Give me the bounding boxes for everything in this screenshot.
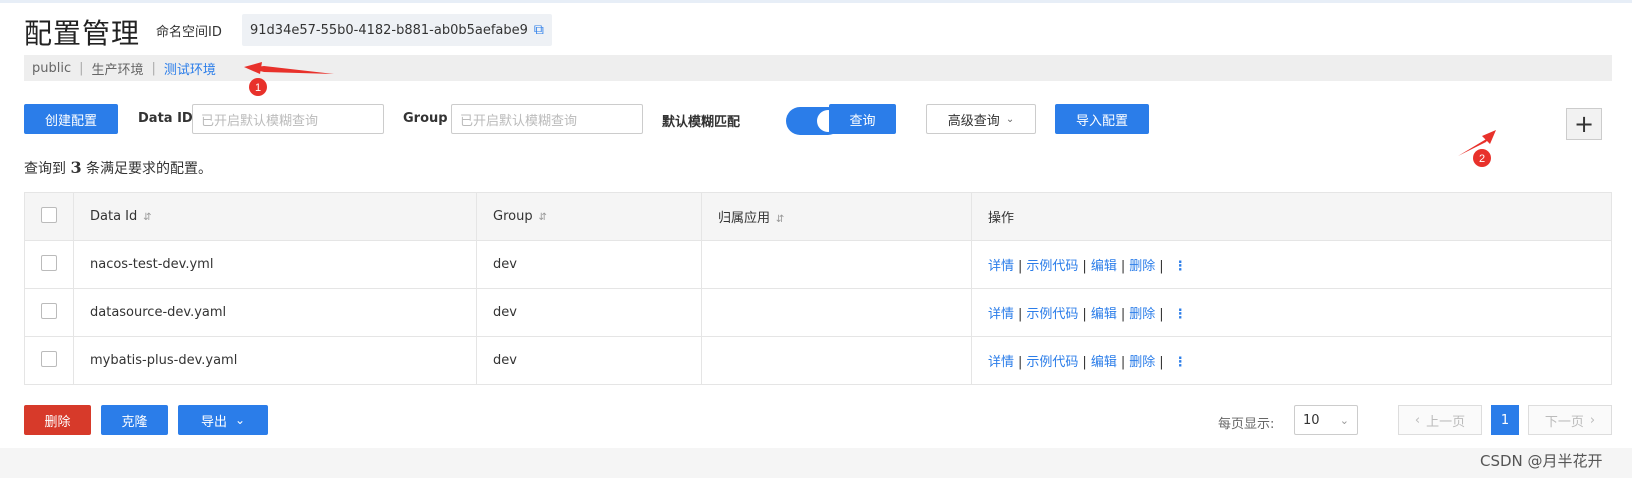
fuzzy-match-label: 默认模糊匹配 <box>662 115 741 130</box>
per-page-label: 每页显示: <box>1218 417 1275 432</box>
import-config-button[interactable]: 导入配置 <box>1055 104 1149 134</box>
add-icon[interactable]: + <box>1566 108 1602 140</box>
sort-icon[interactable]: ⇵ <box>143 212 151 223</box>
copy-icon[interactable]: ⧉ <box>534 22 544 38</box>
edit-link[interactable]: 编辑 <box>1091 307 1117 322</box>
column-header-app[interactable]: 归属应用 ⇵ <box>701 192 972 241</box>
column-header-actions: 操作 <box>971 192 1612 241</box>
chevron-left-icon: ‹ <box>1414 412 1421 428</box>
tab-production[interactable]: 生产环境 <box>84 59 152 78</box>
sample-code-link[interactable]: 示例代码 <box>1026 259 1078 274</box>
delete-link[interactable]: 删除 <box>1129 355 1155 370</box>
advanced-query-label: 高级查询 <box>947 113 1000 129</box>
namespace-id-value: 91d34e57-55b0-4182-b881-ab0b5aefabe9 <box>250 22 528 38</box>
next-page-button[interactable]: 下一页 › <box>1528 405 1612 435</box>
column-header-dataid[interactable]: Data Id ⇵ <box>73 192 477 241</box>
chevron-down-icon: ⌄ <box>1005 113 1015 125</box>
top-border <box>0 0 1632 3</box>
row-checkbox[interactable] <box>41 302 57 319</box>
sort-icon[interactable]: ⇵ <box>539 212 547 223</box>
tab-test[interactable]: 测试环境 <box>156 59 224 78</box>
result-summary: 查询到 3 条满足要求的配置。 <box>24 158 213 177</box>
footer-bar <box>0 448 1632 478</box>
prev-page-button[interactable]: ‹ 上一页 <box>1398 405 1482 435</box>
cell-dataid: datasource-dev.yaml <box>73 288 477 337</box>
cell-actions: 详情 | 示例代码 | 编辑 | 删除 | ⋮ <box>971 288 1612 337</box>
sample-code-link[interactable]: 示例代码 <box>1026 307 1078 322</box>
table-row: mybatis-plus-dev.yaml dev 详情 | 示例代码 | 编辑 | 删除 |… <box>24 336 1612 385</box>
annotation-1-label: 1 <box>255 82 261 94</box>
detail-link[interactable]: 详情 <box>988 355 1014 370</box>
more-icon[interactable]: ⋮ <box>1174 259 1187 274</box>
chevron-down-icon: ⌄ <box>234 413 246 427</box>
delete-link[interactable]: 删除 <box>1129 307 1155 322</box>
tab-public[interactable]: public <box>24 61 79 76</box>
clone-button[interactable]: 克隆 <box>101 405 168 435</box>
cell-app <box>701 240 972 289</box>
chevron-down-icon: ⌄ <box>1339 413 1349 427</box>
config-table: Data Id ⇵ Group ⇵ 归属应用 ⇵ 操作 nacos-test-dev.… <box>24 192 1612 385</box>
batch-delete-button[interactable]: 删除 <box>24 405 91 435</box>
cell-dataid: mybatis-plus-dev.yaml <box>73 336 477 385</box>
row-checkbox[interactable] <box>41 350 57 367</box>
chevron-right-icon: › <box>1589 412 1596 428</box>
namespace-id-box: 91d34e57-55b0-4182-b881-ab0b5aefabe9 ⧉ <box>242 14 552 46</box>
group-input[interactable]: 已开启默认模糊查询 <box>451 104 643 134</box>
cell-actions: 详情 | 示例代码 | 编辑 | 删除 | ⋮ <box>971 336 1612 385</box>
namespace-label: 命名空间ID <box>156 25 222 40</box>
detail-link[interactable]: 详情 <box>988 307 1014 322</box>
annotation-2-label: 2 <box>1479 153 1485 165</box>
per-page-select[interactable]: 10 ⌄ <box>1294 405 1358 435</box>
per-page-value: 10 <box>1303 412 1320 428</box>
result-count: 3 <box>70 158 82 177</box>
table-header-row: Data Id ⇵ Group ⇵ 归属应用 ⇵ 操作 <box>24 192 1612 241</box>
create-config-button[interactable]: 创建配置 <box>24 104 118 134</box>
annotation-arrow-2: 2 <box>1458 130 1496 167</box>
advanced-query-button[interactable]: 高级查询 ⌄ <box>926 104 1036 134</box>
dataid-label: Data ID <box>138 111 193 126</box>
watermark: CSDN @月半花开 <box>1480 452 1603 470</box>
page-number-current[interactable]: 1 <box>1491 405 1519 435</box>
select-all-checkbox[interactable] <box>41 206 57 223</box>
row-checkbox[interactable] <box>41 254 57 271</box>
detail-link[interactable]: 详情 <box>988 259 1014 274</box>
more-icon[interactable]: ⋮ <box>1174 355 1187 370</box>
cell-group: dev <box>476 336 702 385</box>
sort-icon[interactable]: ⇵ <box>776 214 784 225</box>
cell-group: dev <box>476 288 702 337</box>
cell-dataid: nacos-test-dev.yml <box>73 240 477 289</box>
dataid-input[interactable]: 已开启默认模糊查询 <box>192 104 384 134</box>
group-label: Group <box>403 111 448 126</box>
cell-group: dev <box>476 240 702 289</box>
page-title: 配置管理 <box>24 17 141 50</box>
table-row: datasource-dev.yaml dev 详情 | 示例代码 | 编辑 | 删除 | ⋮ <box>24 288 1612 337</box>
export-button[interactable]: 导出 ⌄ <box>178 405 268 435</box>
annotation-arrow-1: 1 <box>244 62 334 96</box>
delete-link[interactable]: 删除 <box>1129 259 1155 274</box>
query-button[interactable]: 查询 <box>829 104 896 134</box>
more-icon[interactable]: ⋮ <box>1174 307 1187 322</box>
cell-actions: 详情 | 示例代码 | 编辑 | 删除 | ⋮ <box>971 240 1612 289</box>
column-header-group[interactable]: Group ⇵ <box>476 192 702 241</box>
sample-code-link[interactable]: 示例代码 <box>1026 355 1078 370</box>
table-row: nacos-test-dev.yml dev 详情 | 示例代码 | 编辑 | 删除 | ⋮ <box>24 240 1612 289</box>
export-label: 导出 <box>200 414 227 430</box>
edit-link[interactable]: 编辑 <box>1091 259 1117 274</box>
cell-app <box>701 336 972 385</box>
edit-link[interactable]: 编辑 <box>1091 355 1117 370</box>
cell-app <box>701 288 972 337</box>
